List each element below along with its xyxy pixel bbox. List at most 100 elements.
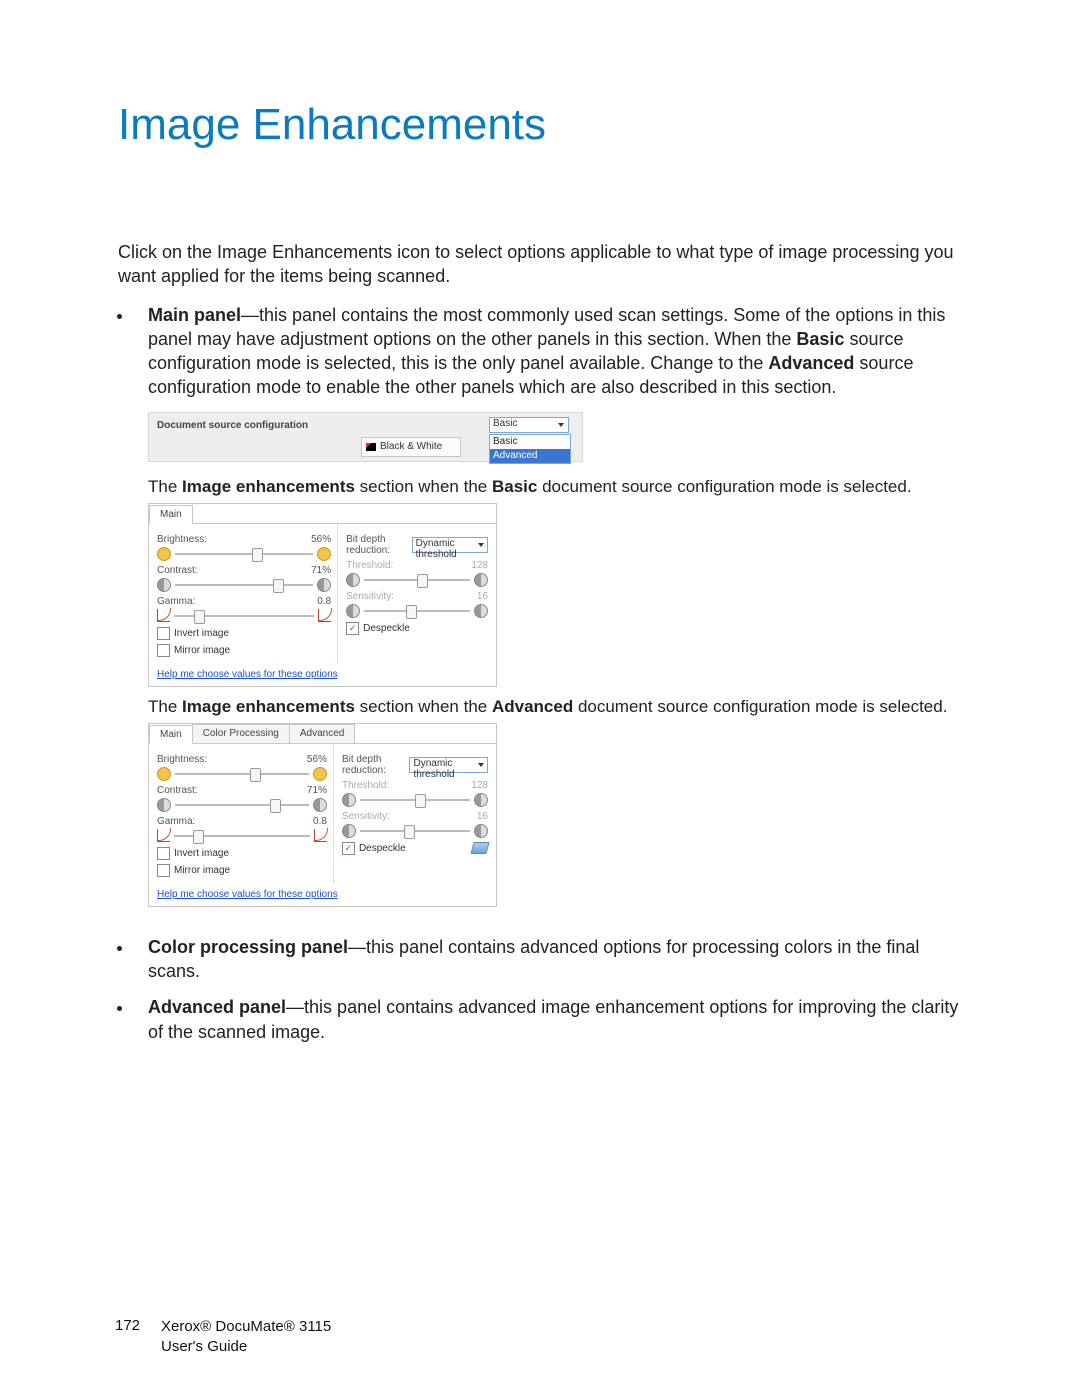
- sun-bright-icon: [313, 767, 327, 781]
- dropdown-option-basic[interactable]: Basic: [490, 435, 570, 449]
- threshold-value: 128: [471, 780, 488, 791]
- invert-image-checkbox[interactable]: Invert image: [157, 847, 327, 860]
- threshold-slider[interactable]: [342, 793, 488, 807]
- sun-bright-icon: [317, 547, 331, 561]
- tab-advanced[interactable]: Advanced: [289, 724, 355, 743]
- sens-low-icon: [346, 604, 360, 618]
- help-link[interactable]: Help me choose values for these options: [149, 883, 346, 906]
- bullet-main-lead: Main panel: [148, 305, 241, 325]
- gamma-slider[interactable]: [157, 829, 327, 843]
- gamma-label: Gamma:: [157, 816, 195, 827]
- caption2-pre: The: [148, 697, 182, 716]
- threshold-low-icon: [342, 793, 356, 807]
- caption1-pre: The: [148, 477, 182, 496]
- brightness-label: Brightness:: [157, 754, 207, 765]
- tab-main[interactable]: Main: [149, 725, 193, 744]
- gamma-high-icon: [318, 609, 331, 622]
- invert-label: Invert image: [174, 848, 229, 859]
- sensitivity-slider[interactable]: [346, 604, 488, 618]
- threshold-value: 128: [471, 560, 488, 571]
- despeckle-checkbox[interactable]: ✓Despeckle: [342, 842, 488, 855]
- help-link[interactable]: Help me choose values for these options: [149, 663, 346, 686]
- caption1-mid: section when the: [355, 477, 492, 496]
- sun-dim-icon: [157, 767, 171, 781]
- invert-label: Invert image: [174, 628, 229, 639]
- source-mode-value: Basic: [493, 418, 517, 429]
- invert-image-checkbox[interactable]: Invert image: [157, 627, 331, 640]
- source-mode-dropdown[interactable]: Basic: [489, 417, 569, 433]
- brightness-slider[interactable]: [157, 767, 327, 781]
- footer-product: Xerox® DocuMate® 3115: [161, 1317, 331, 1337]
- sens-high-icon: [474, 824, 488, 838]
- enhancements-panel-advanced: Main Color Processing Advanced Brightnes…: [148, 723, 497, 907]
- checkbox-icon: [157, 864, 170, 877]
- contrast-label: Contrast:: [157, 565, 198, 576]
- mirror-label: Mirror image: [174, 865, 230, 876]
- brightness-slider[interactable]: [157, 547, 331, 561]
- bdr-dropdown[interactable]: Dynamic threshold: [409, 757, 488, 773]
- sensitivity-value: 16: [477, 591, 488, 602]
- page-number: 172: [115, 1317, 143, 1358]
- caption-advanced: The Image enhancements section when the …: [148, 697, 970, 717]
- caption2-b1: Image enhancements: [182, 697, 355, 716]
- tab-black-and-white[interactable]: Black & White: [361, 437, 461, 457]
- despeckle-checkbox[interactable]: ✓Despeckle: [346, 622, 488, 635]
- gamma-high-icon: [314, 829, 327, 842]
- contrast-low-icon: [157, 798, 171, 812]
- contrast-high-icon: [313, 798, 327, 812]
- bullet-main-panel: Main panel—this panel contains the most …: [134, 303, 970, 400]
- brightness-value: 56%: [307, 754, 327, 765]
- bullet-adv-lead: Advanced panel: [148, 997, 286, 1017]
- sun-dim-icon: [157, 547, 171, 561]
- bdr-dropdown[interactable]: Dynamic threshold: [412, 537, 488, 553]
- checkbox-icon: [157, 627, 170, 640]
- screenshot-source-config: Document source configuration Black & Wh…: [148, 412, 583, 462]
- threshold-high-icon: [474, 793, 488, 807]
- bdr-label: Bit depth reduction:: [346, 534, 412, 556]
- source-config-label: Document source configuration: [157, 420, 308, 431]
- gamma-value: 0.8: [317, 596, 331, 607]
- contrast-value: 71%: [311, 565, 331, 576]
- gamma-low-icon: [157, 609, 170, 622]
- gamma-slider[interactable]: [157, 609, 331, 623]
- caption-basic: The Image enhancements section when the …: [148, 477, 970, 497]
- checkbox-icon: [157, 644, 170, 657]
- dropdown-option-advanced[interactable]: Advanced: [490, 449, 570, 463]
- sensitivity-value: 16: [477, 811, 488, 822]
- gamma-value: 0.8: [313, 816, 327, 827]
- threshold-high-icon: [474, 573, 488, 587]
- tab-bw-label: Black & White: [380, 441, 442, 452]
- page-title: Image Enhancements: [118, 100, 970, 150]
- sensitivity-slider[interactable]: [342, 824, 488, 838]
- checkbox-icon: ✓: [346, 622, 359, 635]
- bdr-label: Bit depth reduction:: [342, 754, 410, 776]
- footer-doc-title: User's Guide: [161, 1337, 331, 1357]
- sens-high-icon: [474, 604, 488, 618]
- gamma-low-icon: [157, 829, 170, 842]
- enhancements-panel-basic: Main Brightness:56% Contrast:71% Gamma:0…: [148, 503, 497, 687]
- threshold-label: Threshold:: [346, 560, 393, 571]
- checkbox-icon: [157, 847, 170, 860]
- threshold-slider[interactable]: [346, 573, 488, 587]
- bullet-color-panel: Color processing panel—this panel contai…: [134, 935, 970, 984]
- eraser-icon[interactable]: [470, 842, 489, 854]
- caption2-mid: section when the: [355, 697, 492, 716]
- intro-paragraph: Click on the Image Enhancements icon to …: [118, 240, 970, 289]
- bullet-color-lead: Color processing panel: [148, 937, 348, 957]
- contrast-low-icon: [157, 578, 171, 592]
- mirror-image-checkbox[interactable]: Mirror image: [157, 864, 327, 877]
- tab-main[interactable]: Main: [149, 505, 193, 524]
- source-mode-dropdown-list[interactable]: Basic Advanced: [489, 434, 571, 464]
- contrast-slider[interactable]: [157, 798, 327, 812]
- contrast-slider[interactable]: [157, 578, 331, 592]
- despeckle-label: Despeckle: [359, 843, 406, 854]
- contrast-label: Contrast:: [157, 785, 198, 796]
- mirror-image-checkbox[interactable]: Mirror image: [157, 644, 331, 657]
- tab-color-processing[interactable]: Color Processing: [192, 724, 290, 743]
- threshold-low-icon: [346, 573, 360, 587]
- threshold-label: Threshold:: [342, 780, 389, 791]
- caption2-b2: Advanced: [492, 697, 573, 716]
- bullet-advanced-panel: Advanced panel—this panel contains advan…: [134, 995, 970, 1044]
- contrast-value: 71%: [307, 785, 327, 796]
- caption2-post: document source configuration mode is se…: [573, 697, 947, 716]
